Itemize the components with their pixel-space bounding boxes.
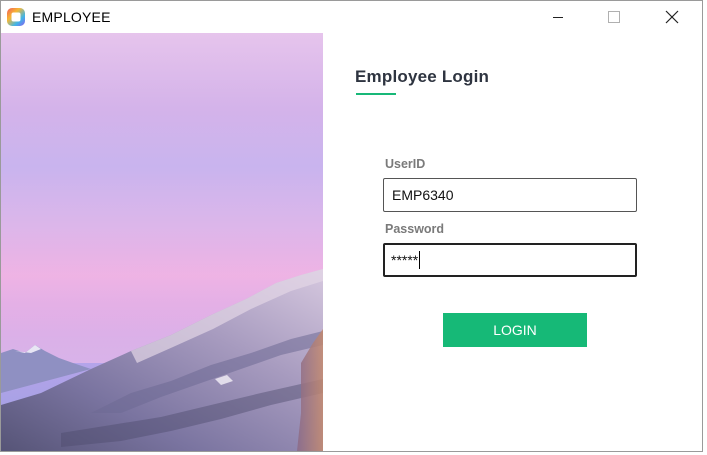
userid-value: EMP6340 xyxy=(392,187,454,203)
minimize-button[interactable] xyxy=(535,1,581,33)
maximize-button[interactable] xyxy=(591,1,637,33)
userid-input[interactable]: EMP6340 xyxy=(383,178,637,212)
userid-label: UserID xyxy=(385,157,426,171)
password-label: Password xyxy=(385,222,445,236)
login-heading: Employee Login xyxy=(355,67,490,86)
heading-underline xyxy=(356,93,396,95)
mountain-landscape-image xyxy=(1,33,323,451)
login-button[interactable]: LOGIN xyxy=(443,313,587,347)
close-button[interactable] xyxy=(649,1,695,33)
login-panel: Employee Login UserID EMP6340 Password *… xyxy=(323,33,702,451)
password-input[interactable]: ***** xyxy=(383,243,637,277)
app-logo-icon xyxy=(6,7,26,27)
text-cursor xyxy=(419,251,421,269)
minimize-icon xyxy=(553,17,563,18)
close-icon xyxy=(665,10,679,24)
title-bar[interactable]: EMPLOYEE xyxy=(1,1,702,33)
employee-window: EMPLOYEE Employee Login UserID EMP6340 P… xyxy=(0,0,703,452)
maximize-icon xyxy=(608,11,620,23)
window-title: EMPLOYEE xyxy=(32,9,111,25)
password-value: ***** xyxy=(391,252,419,268)
